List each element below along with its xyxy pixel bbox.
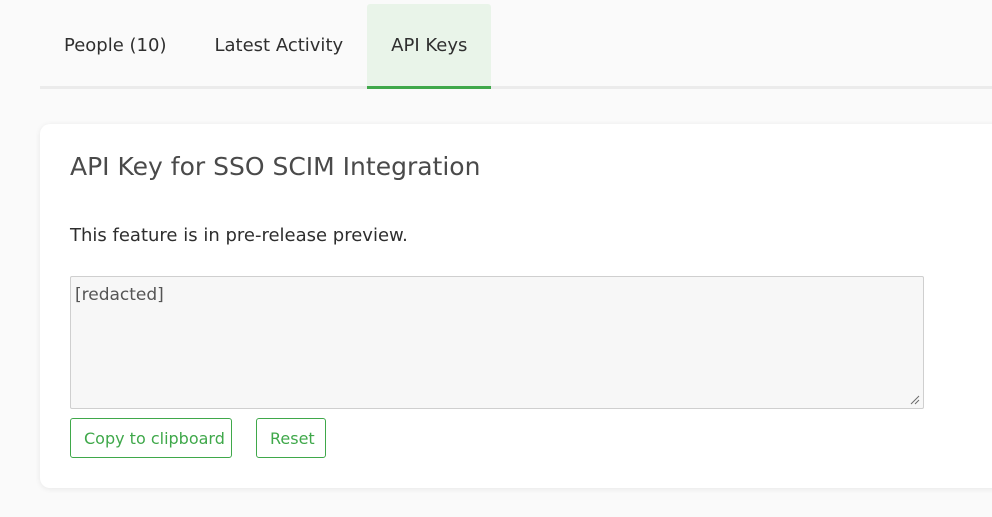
tab-people-label: People (10)	[64, 34, 167, 56]
api-key-card: API Key for SSO SCIM Integration This fe…	[40, 124, 992, 488]
tab-api-keys[interactable]: API Keys	[367, 4, 492, 89]
preview-notice: This feature is in pre-release preview.	[70, 225, 408, 246]
api-key-textarea[interactable]: [redacted]	[70, 276, 924, 409]
card-title: API Key for SSO SCIM Integration	[70, 152, 481, 181]
tab-api-keys-label: API Keys	[391, 34, 468, 56]
api-key-value: [redacted]	[75, 285, 164, 305]
reset-button[interactable]: Reset	[256, 418, 326, 458]
resize-grip-icon[interactable]	[910, 395, 920, 405]
copy-to-clipboard-button[interactable]: Copy to clipboard	[70, 418, 232, 458]
page: People (10) Latest Activity API Keys API…	[0, 0, 992, 517]
tab-latest-activity[interactable]: Latest Activity	[190, 4, 367, 86]
tab-bar: People (10) Latest Activity API Keys	[40, 4, 992, 89]
tab-people[interactable]: People (10)	[40, 4, 190, 86]
tab-latest-activity-label: Latest Activity	[214, 34, 344, 56]
